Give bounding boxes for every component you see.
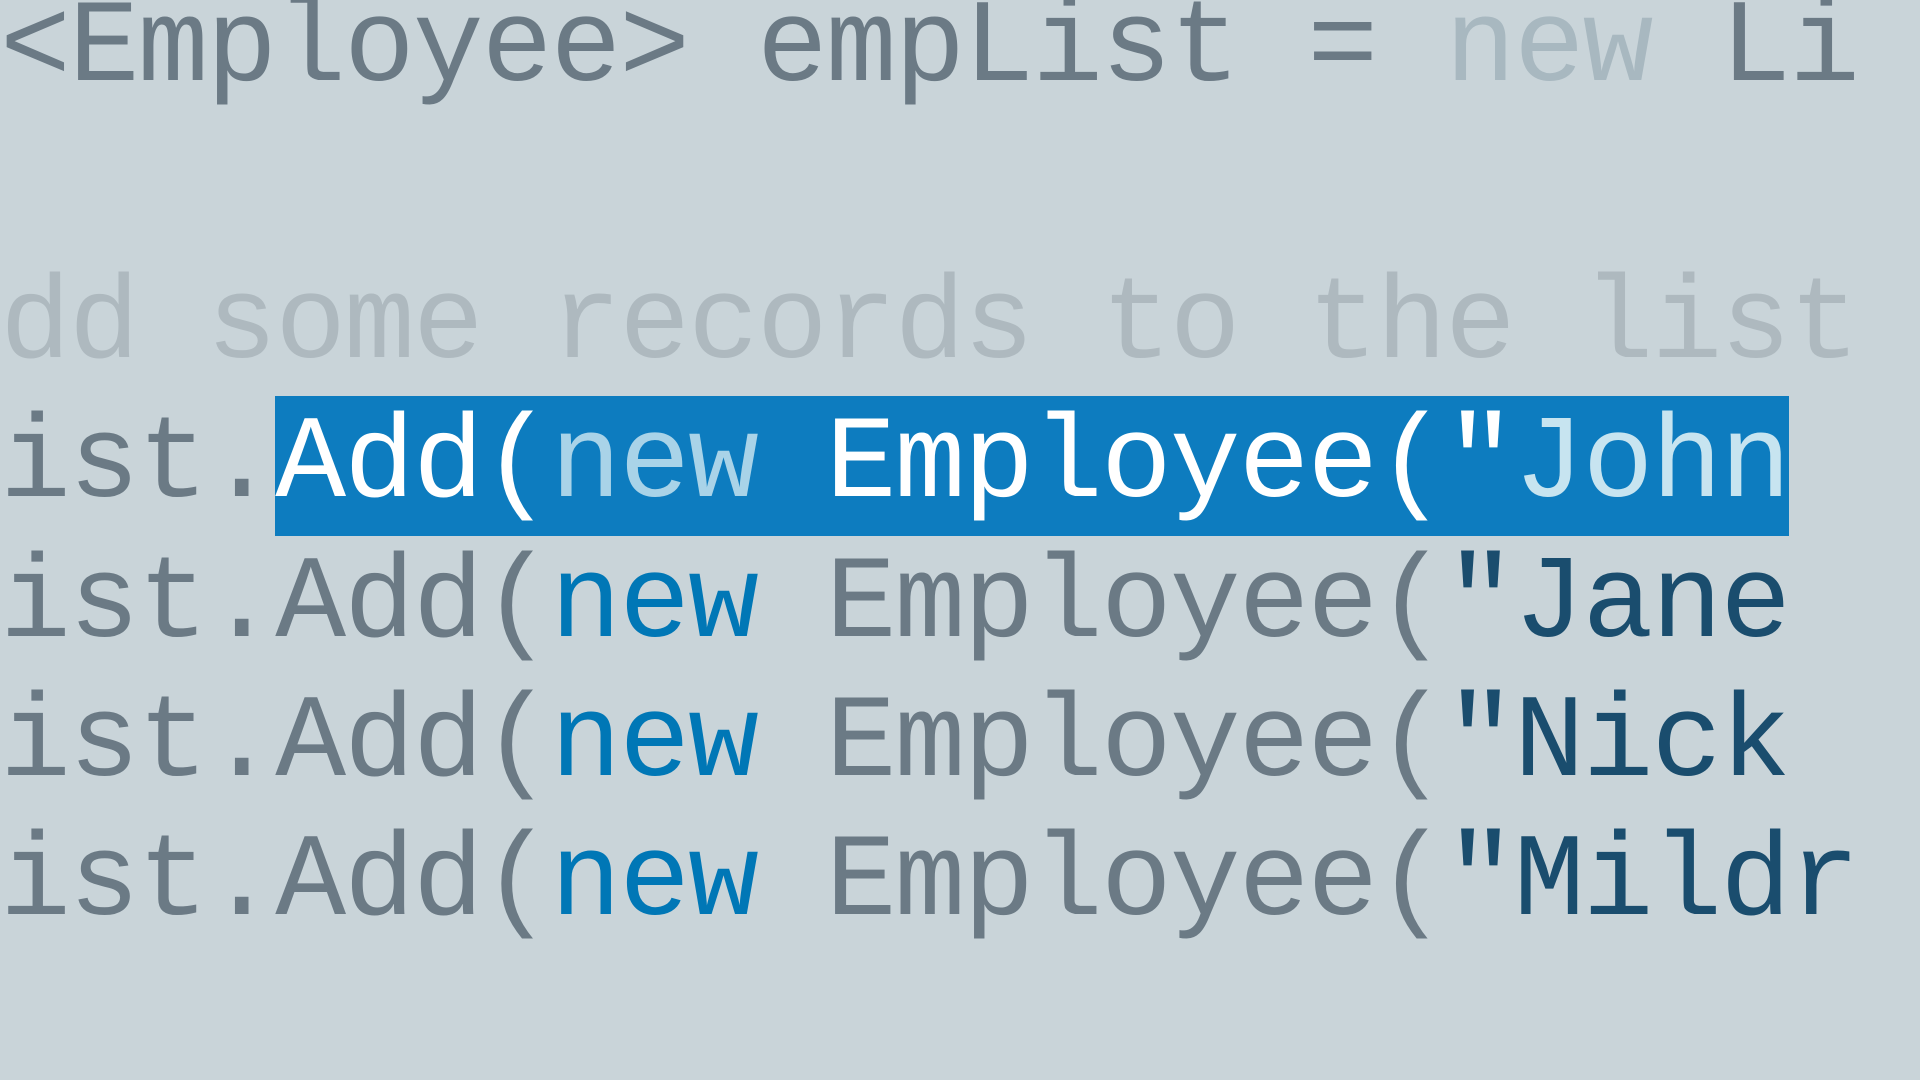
code-token-method: Add( [275,678,550,811]
code-token-string: Nick [1514,678,1789,811]
code-editor-viewport[interactable]: <Employee> empList = new Li dd some reco… [0,0,1920,953]
code-line[interactable]: ist.Add(new Employee("Jane [0,536,1920,675]
code-token: Li [1651,0,1857,116]
code-token-keyword: new [551,678,757,811]
code-token-keyword: new [551,539,757,672]
code-line-comment[interactable]: dd some records to the list [0,257,1920,396]
code-token [757,539,826,672]
code-token-method: Add( [275,817,550,950]
code-line[interactable]: ist.Add(new Employee("Mildr [0,814,1920,953]
code-token-comment: dd some records to the list [0,260,1858,393]
code-token: ist. [0,817,275,950]
code-token: " [1445,539,1514,672]
code-token-class: Employee( [826,678,1445,811]
code-token-method: Add( [275,399,550,532]
code-token: ist. [0,678,275,811]
code-token [757,817,826,950]
code-token-string: John [1514,399,1789,532]
code-token-method: Add( [275,539,550,672]
code-blank-line [0,119,1920,257]
code-token-string: Mildr [1514,817,1858,950]
code-token-keyword: new [551,817,757,950]
code-line-highlighted[interactable]: ist.Add(new Employee("John [0,396,1920,535]
code-token: " [1445,399,1514,532]
code-token: ist. [0,539,275,672]
code-token-keyword: new [1445,0,1651,116]
selection-highlight: Add(new Employee("John [275,396,1789,535]
code-token [757,678,826,811]
code-token-class: Employee( [826,539,1445,672]
code-token-keyword: new [551,399,757,532]
code-token: " [1445,817,1514,950]
code-token-class: Employee( [826,399,1445,532]
code-token: ist. [0,399,275,532]
code-line[interactable]: ist.Add(new Employee("Nick [0,675,1920,814]
code-token: <Employee> empList = [0,0,1445,116]
code-token-class: Employee( [826,817,1445,950]
code-token-string: Jane [1514,539,1789,672]
code-token [757,399,826,532]
code-line-declaration[interactable]: <Employee> empList = new Li [0,0,1920,119]
code-token: " [1445,678,1514,811]
